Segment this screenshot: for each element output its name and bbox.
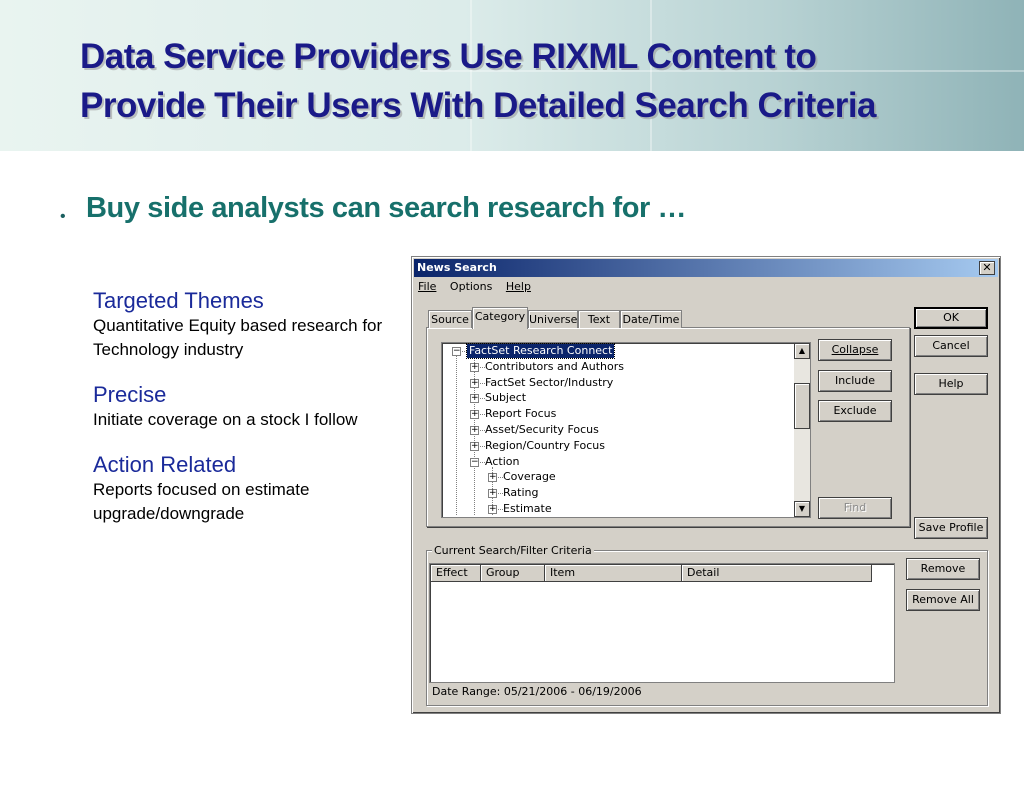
- tab-source[interactable]: Source: [428, 310, 472, 328]
- tab-universe[interactable]: Universe: [528, 310, 578, 328]
- tree-node-label: Rating: [503, 486, 539, 500]
- point-heading: Targeted Themes: [93, 288, 264, 313]
- bullet-icon: •: [60, 208, 66, 225]
- tab-category[interactable]: Category: [472, 307, 528, 329]
- tree-node[interactable]: + FactSet Sector/Industry: [470, 376, 770, 391]
- tree-node-label: Subject: [485, 391, 527, 405]
- expand-icon[interactable]: +: [488, 505, 497, 514]
- remove-button[interactable]: Remove: [906, 558, 980, 580]
- tree-scrollbar[interactable]: ▲ ▼: [794, 343, 810, 517]
- tree-node[interactable]: + Subject: [470, 391, 770, 406]
- exclude-label: Exclude: [833, 404, 877, 417]
- tree-node-label: Report Focus: [485, 407, 557, 421]
- expand-icon[interactable]: +: [470, 410, 479, 420]
- ok-button[interactable]: OK: [914, 307, 988, 329]
- tree-node[interactable]: − FactSet Research Connect: [452, 343, 752, 359]
- expand-icon[interactable]: +: [470, 426, 479, 435]
- remove-all-button[interactable]: Remove All: [906, 589, 980, 611]
- dialog-titlebar[interactable]: News Search ✕: [414, 259, 998, 277]
- column-detail[interactable]: Detail: [682, 565, 872, 582]
- point-body: Quantitative Equity based research for T…: [93, 316, 383, 359]
- expand-icon[interactable]: +: [470, 394, 479, 404]
- menu-help[interactable]: Help: [506, 280, 531, 293]
- tree-node[interactable]: − Action: [470, 455, 770, 470]
- points-list: Targeted Themes Quantitative Equity base…: [93, 288, 383, 546]
- point-item: Targeted Themes Quantitative Equity base…: [93, 288, 383, 362]
- column-group[interactable]: Group: [481, 565, 545, 582]
- save-profile-button[interactable]: Save Profile: [914, 517, 988, 539]
- dialog-title: News Search: [417, 261, 497, 274]
- collapse-button[interactable]: Collapse: [818, 339, 892, 361]
- scroll-down-icon[interactable]: ▼: [794, 501, 810, 517]
- slide-title-line-2: Provide Their Users With Detailed Search…: [80, 86, 877, 125]
- collapse-tree-icon[interactable]: −: [452, 347, 461, 356]
- tree-node-label: Region/Country Focus: [485, 438, 605, 452]
- point-item: Precise Initiate coverage on a stock I f…: [93, 382, 383, 432]
- scroll-thumb[interactable]: [794, 383, 810, 429]
- menu-file[interactable]: File: [418, 280, 436, 293]
- tree-node-label: Coverage: [503, 470, 556, 484]
- menu-options[interactable]: Options: [450, 280, 492, 293]
- bullet-text: Buy side analysts can search research fo…: [86, 192, 687, 224]
- slide-title: Data Service Providers Use RIXML Content…: [80, 32, 1000, 130]
- collapse-tree-icon[interactable]: −: [470, 457, 479, 467]
- tree-connector: [456, 355, 457, 515]
- tree-node-label: Asset/Security Focus: [485, 423, 599, 436]
- tree-node[interactable]: + Region/Country Focus: [470, 439, 770, 454]
- date-range-text: Date Range: 05/21/2006 - 06/19/2006: [432, 685, 642, 698]
- expand-icon[interactable]: +: [470, 362, 479, 372]
- expand-icon[interactable]: +: [470, 378, 479, 388]
- point-body: Reports focused on estimate upgrade/down…: [93, 480, 310, 523]
- criteria-list[interactable]: Effect Group Item Detail: [429, 563, 895, 683]
- exclude-button[interactable]: Exclude: [818, 400, 892, 422]
- include-button[interactable]: Include: [818, 370, 892, 392]
- cancel-button[interactable]: Cancel: [914, 335, 988, 357]
- tree-node[interactable]: + Estimate: [488, 502, 788, 517]
- tree-node-label: Estimate: [503, 502, 552, 515]
- tree-node-label: Action: [485, 454, 520, 468]
- point-heading: Action Related: [93, 452, 237, 477]
- news-search-dialog: News Search ✕ File Options Help OK Cance…: [411, 256, 1001, 714]
- tree-node-label: Contributors and Authors: [485, 359, 624, 373]
- tab-date-time[interactable]: Date/Time: [620, 310, 682, 328]
- criteria-group-label: Current Search/Filter Criteria: [432, 544, 594, 557]
- close-icon[interactable]: ✕: [979, 261, 995, 275]
- expand-icon[interactable]: +: [488, 473, 497, 483]
- point-body: Initiate coverage on a stock I follow: [93, 410, 358, 429]
- tree-node-label: FactSet Sector/Industry: [485, 375, 614, 389]
- tree-node[interactable]: + Report Focus: [470, 407, 770, 422]
- point-heading: Precise: [93, 382, 167, 407]
- tree-node[interactable]: + Rating: [488, 486, 788, 501]
- collapse-label: Collapse: [831, 343, 879, 356]
- tree-node[interactable]: + Asset/Security Focus: [470, 423, 770, 438]
- point-item: Action Related Reports focused on estima…: [93, 452, 383, 526]
- slide-title-line-1: Data Service Providers Use RIXML Content…: [80, 37, 817, 76]
- help-button[interactable]: Help: [914, 373, 988, 395]
- expand-icon[interactable]: +: [470, 441, 479, 451]
- include-label: Include: [834, 374, 876, 387]
- tree-node-label: FactSet Research Connect: [465, 343, 616, 359]
- tree-node[interactable]: + Coverage: [488, 470, 788, 485]
- tab-text[interactable]: Text: [578, 310, 620, 328]
- find-button[interactable]: Find: [818, 497, 892, 519]
- scroll-up-icon[interactable]: ▲: [794, 343, 810, 359]
- category-tree[interactable]: − FactSet Research Connect + Contributors a…: [441, 342, 811, 518]
- expand-icon[interactable]: +: [488, 489, 497, 499]
- tree-node[interactable]: + Contributors and Authors: [470, 360, 770, 375]
- column-effect[interactable]: Effect: [431, 565, 481, 582]
- column-item[interactable]: Item: [545, 565, 682, 582]
- menubar: File Options Help: [418, 280, 541, 296]
